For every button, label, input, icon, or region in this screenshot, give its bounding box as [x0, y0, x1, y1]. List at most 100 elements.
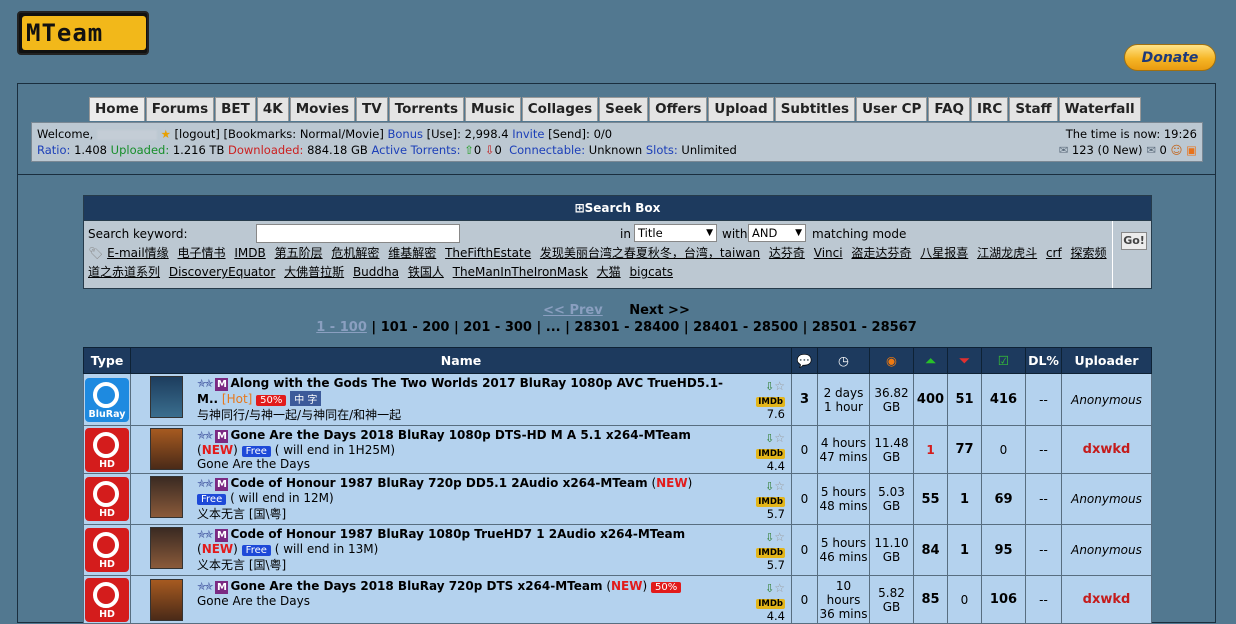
poster-thumbnail[interactable] [149, 476, 183, 518]
completed[interactable]: 0 [981, 425, 1026, 474]
bookmark-star-icon[interactable]: ✯✯ [197, 528, 214, 541]
col-comments[interactable]: 💬 [791, 347, 818, 374]
col-completed[interactable]: ☑ [981, 347, 1026, 374]
leechers[interactable]: 51 [947, 373, 982, 426]
nav-tab-user-cp[interactable]: User CP [856, 97, 928, 121]
col-type[interactable]: Type [83, 347, 131, 374]
imdb-icon[interactable]: IMDb [756, 599, 785, 609]
bonus-link[interactable]: Bonus [387, 127, 423, 141]
leechers[interactable]: 1 [947, 524, 982, 576]
nav-tab-offers[interactable]: Offers [649, 97, 708, 121]
keyword-link[interactable]: 达芬奇 [769, 246, 805, 260]
col-size[interactable]: ◉ [869, 347, 914, 374]
bookmark-star-icon[interactable]: ✯✯ [197, 377, 214, 390]
completed[interactable]: 69 [981, 473, 1026, 525]
prev-page-link[interactable]: << Prev [543, 303, 603, 318]
nav-tab-upload[interactable]: Upload [708, 97, 774, 121]
search-box-title[interactable]: Search Box [585, 201, 661, 215]
comments-count[interactable]: 0 [791, 473, 818, 525]
completed[interactable]: 106 [981, 575, 1026, 624]
bookmark-star-icon[interactable]: ✯✯ [197, 580, 214, 593]
search-input[interactable] [256, 224, 460, 243]
comments-count[interactable]: 0 [791, 524, 818, 576]
comments-count[interactable]: 0 [791, 575, 818, 624]
page-link[interactable]: 28401 - 28500 [693, 320, 798, 335]
col-leechers[interactable]: ⏷ [947, 347, 982, 374]
leechers[interactable]: 0 [947, 575, 982, 624]
logout-link[interactable]: [logout] [175, 127, 220, 141]
bookmarks-link[interactable]: [Bookmarks: Normal/Movie] [224, 127, 384, 141]
nav-tab-collages[interactable]: Collages [521, 97, 599, 121]
keyword-link[interactable]: 江湖龙虎斗 [977, 246, 1037, 260]
keyword-link[interactable]: 电子情书 [178, 246, 226, 260]
keyword-link[interactable]: DiscoveryEquator [169, 265, 275, 279]
bookmark-star-icon[interactable]: ✯✯ [197, 477, 214, 490]
sentbox-icon[interactable]: ✉ [1146, 143, 1156, 157]
go-button[interactable]: Go! [1121, 232, 1147, 250]
keyword-link[interactable]: TheManInTheIronMask [453, 265, 588, 279]
donate-button[interactable]: Donate [1124, 44, 1216, 71]
keyword-link[interactable]: Vinci [814, 246, 843, 260]
completed[interactable]: 95 [981, 524, 1026, 576]
torrent-title[interactable]: Code of Honour 1987 BluRay 1080p TrueHD7… [230, 527, 685, 541]
bookmark-icon[interactable]: ☆ [774, 379, 785, 393]
keyword-link[interactable]: 危机解密 [331, 246, 379, 260]
keyword-link[interactable]: 大佛普拉斯 [284, 265, 344, 279]
nav-tab-seek[interactable]: Seek [599, 97, 649, 121]
download-icon[interactable]: ⇩ [765, 582, 774, 595]
uploader[interactable]: dxwkd [1061, 425, 1152, 474]
expand-icon[interactable]: ⊞ [575, 201, 585, 215]
category-hd-icon[interactable]: HD [85, 528, 129, 572]
col-name[interactable]: Name [130, 347, 792, 374]
bookmark-icon[interactable]: ☆ [774, 581, 785, 595]
page-link[interactable]: 101 - 200 [381, 320, 450, 335]
poster-thumbnail[interactable] [149, 527, 183, 569]
col-seeders[interactable]: ⏶ [913, 347, 948, 374]
keyword-link[interactable]: 八星报喜 [920, 246, 968, 260]
keyword-link[interactable]: E-mail情缘 [107, 246, 169, 260]
bookmark-icon[interactable]: ☆ [774, 530, 785, 544]
seeders[interactable]: 85 [913, 575, 948, 624]
friends-icon[interactable]: ☺ [1170, 143, 1182, 157]
category-bluray-icon[interactable]: BluRay [85, 377, 129, 422]
nav-tab-torrents[interactable]: Torrents [388, 97, 464, 121]
invite-link[interactable]: Invite [512, 127, 544, 141]
category-hd-icon[interactable]: HD [85, 577, 129, 622]
poster-thumbnail[interactable] [149, 578, 183, 621]
keyword-link[interactable]: crf [1046, 246, 1062, 260]
nav-tab-4k[interactable]: 4K [256, 97, 289, 121]
rss-icon[interactable]: ▣ [1186, 143, 1197, 157]
nav-tab-movies[interactable]: Movies [289, 97, 356, 121]
torrent-title[interactable]: Gone Are the Days 2018 BluRay 720p DTS x… [230, 579, 602, 593]
torrent-title[interactable]: Gone Are the Days 2018 BluRay 1080p DTS-… [230, 428, 690, 442]
poster-thumbnail[interactable] [149, 428, 183, 470]
nav-tab-irc[interactable]: IRC [971, 97, 1009, 121]
bookmark-star-icon[interactable]: ✯✯ [197, 429, 214, 442]
nav-tab-faq[interactable]: FAQ [928, 97, 970, 121]
page-link[interactable]: 201 - 300 [463, 320, 532, 335]
col-dl[interactable]: DL% [1025, 347, 1062, 374]
username-blurred[interactable] [96, 129, 157, 140]
inbox-count[interactable]: 123 (0 New) [1072, 143, 1143, 157]
nav-tab-home[interactable]: Home [89, 97, 145, 121]
torrent-title[interactable]: Code of Honour 1987 BluRay 720p DD5.1 2A… [230, 476, 647, 490]
keyword-link[interactable]: 盗走达芬奇 [851, 246, 911, 260]
imdb-icon[interactable]: IMDb [756, 497, 785, 507]
keyword-link[interactable]: bigcats [630, 265, 673, 279]
search-field-select[interactable]: Title ▼ [634, 224, 717, 242]
keyword-link[interactable]: 维基解密 [388, 246, 436, 260]
category-hd-icon[interactable]: HD [85, 477, 129, 521]
keyword-link[interactable]: 铁国人 [408, 265, 444, 279]
poster-thumbnail[interactable] [149, 376, 183, 418]
nav-tab-tv[interactable]: TV [356, 97, 388, 121]
completed[interactable]: 416 [981, 373, 1026, 426]
inbox-icon[interactable]: ✉ [1059, 143, 1069, 157]
seeders[interactable]: 55 [913, 473, 948, 525]
nav-tab-staff[interactable]: Staff [1009, 97, 1058, 121]
imdb-icon[interactable]: IMDb [756, 449, 785, 459]
download-icon[interactable]: ⇩ [765, 380, 774, 393]
keyword-link[interactable]: TheFifthEstate [445, 246, 531, 260]
nav-tab-subtitles[interactable]: Subtitles [774, 97, 856, 121]
nav-tab-bet[interactable]: BET [215, 97, 256, 121]
seeders[interactable]: 1 [913, 425, 948, 474]
